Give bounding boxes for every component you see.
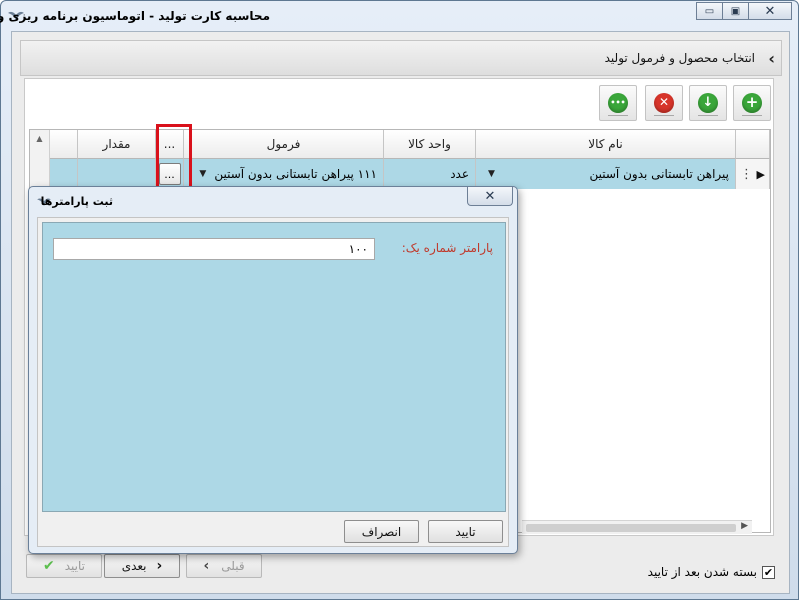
row-drag-dots-icon: ⋮: [740, 166, 753, 182]
highlight-box: [156, 124, 192, 193]
close-icon: ✕: [764, 3, 776, 19]
cell-formula[interactable]: ۱۱۱ پیراهن تابستانی بدون آستین ▼: [184, 159, 384, 189]
minimize-icon: ▭: [704, 5, 715, 17]
dialog-close-icon: ✕: [484, 188, 496, 204]
confirm-button[interactable]: ✔ تایید: [26, 554, 102, 578]
row-header-cell[interactable]: ⋮ ▶: [736, 159, 770, 189]
section-title: انتخاب محصول و فرمول تولید: [604, 51, 755, 65]
collapse-chevron-icon[interactable]: ‹: [768, 49, 775, 68]
dialog-close-button[interactable]: ✕: [467, 187, 513, 206]
plus-icon: +: [742, 93, 762, 113]
next-button[interactable]: بعدی ›: [104, 554, 180, 578]
parameters-panel: پارامتر شماره یک: ۱۰۰: [42, 222, 506, 512]
previous-button[interactable]: ‹ قبلی: [186, 554, 262, 578]
column-header-product-name[interactable]: نام کالا: [476, 130, 736, 159]
param-one-label: پارامتر شماره یک:: [401, 241, 493, 255]
param-one-input[interactable]: ۱۰۰: [53, 238, 375, 260]
horizontal-scrollbar[interactable]: ▶: [522, 520, 752, 534]
grid-corner: [50, 130, 78, 159]
title-bar: محاسبه کارت تولید - اتوماسیون برنامه ریز…: [0, 1, 798, 31]
horizontal-scroll-thumb[interactable]: [526, 524, 736, 532]
scroll-up-icon[interactable]: ▲: [30, 134, 49, 143]
dialog-cancel-button[interactable]: انصراف: [344, 520, 419, 543]
dialog-ok-button[interactable]: تایید: [428, 520, 503, 543]
check-icon: ✔: [43, 558, 55, 574]
dialog-title: ثبت پارامترها: [40, 195, 113, 208]
confirm-label: تایید: [64, 559, 85, 573]
cell-quantity[interactable]: [78, 159, 156, 189]
delete-x-icon: ✕: [654, 93, 674, 113]
scroll-right-icon[interactable]: ▶: [741, 521, 748, 531]
close-after-confirm-label: بسته شدن بعد از تایید: [647, 565, 757, 579]
table-row-blank-cell: [50, 159, 78, 189]
chevron-right-icon: ›: [156, 558, 163, 574]
minimize-button[interactable]: ▭: [696, 2, 723, 20]
cell-formula-text: ۱۱۱ پیراهن تابستانی بدون آستین: [214, 167, 377, 181]
previous-label: قبلی: [221, 559, 245, 573]
column-header-quantity[interactable]: مقدار: [78, 130, 156, 159]
arrow-down-icon: ↓: [698, 93, 718, 113]
chevron-left-icon: ‹: [203, 558, 210, 574]
column-header-unit[interactable]: واحد کالا: [384, 130, 476, 159]
dialog-body: پارامتر شماره یک: ۱۰۰ تایید انصراف: [37, 217, 509, 547]
product-dropdown-icon[interactable]: ▼: [488, 169, 495, 179]
close-after-confirm-checkbox[interactable]: ✔: [762, 565, 775, 579]
formula-dropdown-icon[interactable]: ▼: [199, 169, 206, 179]
cell-product-name[interactable]: پیراهن تابستانی بدون آستین ▼: [476, 159, 736, 189]
more-options-button[interactable]: •••: [599, 85, 637, 121]
row-header-column: [736, 130, 770, 159]
maximize-button[interactable]: ▣: [722, 2, 749, 20]
delete-row-button[interactable]: ✕: [645, 85, 683, 121]
next-label: بعدی: [121, 559, 147, 573]
column-header-formula[interactable]: فرمول: [184, 130, 384, 159]
close-button[interactable]: ✕: [748, 2, 792, 20]
current-row-indicator-icon: ▶: [756, 167, 765, 181]
caption-buttons: ▭ ▣ ✕: [696, 2, 792, 20]
window-title: محاسبه کارت تولید - اتوماسیون برنامه ریز…: [0, 9, 270, 23]
section-header[interactable]: ‹ انتخاب محصول و فرمول تولید: [20, 40, 782, 76]
cell-unit[interactable]: عدد: [384, 159, 476, 189]
close-after-confirm-option[interactable]: ✔ بسته شدن بعد از تایید: [648, 565, 775, 579]
cell-product-name-text: پیراهن تابستانی بدون آستین: [589, 167, 730, 181]
more-dots-icon: •••: [608, 93, 628, 113]
parameters-dialog: ثبت پارامترها ✕ پارامتر شماره یک: ۱۰۰ تا…: [28, 186, 518, 554]
add-row-button[interactable]: +: [733, 85, 771, 121]
maximize-icon: ▣: [730, 5, 741, 17]
move-down-button[interactable]: ↓: [689, 85, 727, 121]
